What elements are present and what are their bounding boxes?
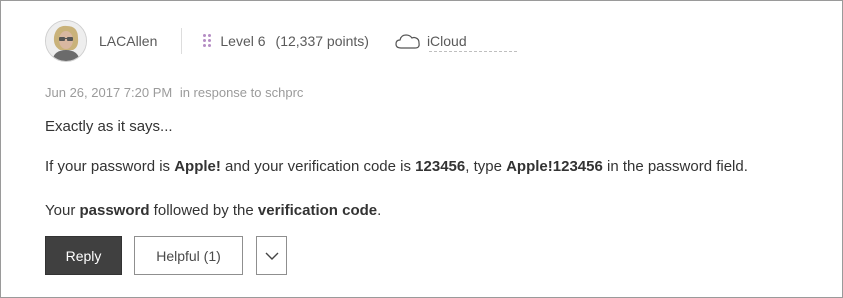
body-paragraph-1: Exactly as it says... xyxy=(45,118,173,135)
body-p2-t1: If your password is xyxy=(45,158,175,175)
body-p3-t2: followed by the xyxy=(149,202,258,219)
action-bar: Reply Helpful (1) xyxy=(45,236,287,275)
body-p3-t3: . xyxy=(377,202,382,219)
chevron-down-icon xyxy=(265,252,278,260)
body-p2-b3: Apple!123456 xyxy=(506,158,603,175)
community-label[interactable]: iCloud xyxy=(427,33,467,49)
post-meta: Jun 26, 2017 7:20 PM in response to schp… xyxy=(45,85,303,100)
community-info[interactable]: iCloud xyxy=(395,32,517,52)
body-p3-b1: password xyxy=(79,202,150,219)
reply-button[interactable]: Reply xyxy=(45,236,122,275)
body-p2-t3: , type xyxy=(465,158,507,175)
level-info: Level 6 (12,337 points) xyxy=(203,33,369,49)
reply-card: LACAllen Level 6 (12,337 points) iCloud … xyxy=(0,0,843,298)
divider xyxy=(181,28,183,54)
timestamp: Jun 26, 2017 7:20 PM xyxy=(45,85,173,100)
body-p3-b2: verification code xyxy=(257,202,378,219)
body-p2-b2: 123456 xyxy=(415,158,466,175)
level-label: Level 6 xyxy=(220,33,266,49)
more-options-button[interactable] xyxy=(256,236,287,275)
body-p2-t2: and your verification code is xyxy=(220,158,416,175)
author-row: LACAllen Level 6 (12,337 points) iCloud xyxy=(45,19,517,63)
body-p3-t1: Your xyxy=(45,202,80,219)
points-label: (12,337 points) xyxy=(275,33,369,49)
body-paragraph-3: Your password followed by the verificati… xyxy=(45,202,381,219)
username[interactable]: LACAllen xyxy=(99,33,157,49)
cloud-icon xyxy=(395,34,420,49)
body-p2-b1: Apple! xyxy=(174,158,221,175)
in-response-link[interactable]: in response to schprc xyxy=(180,85,304,100)
community-underline xyxy=(428,51,517,52)
avatar[interactable] xyxy=(45,20,87,62)
community-link[interactable]: iCloud xyxy=(427,33,517,52)
body-p2-t4: in the password field. xyxy=(602,158,748,175)
body-p1-text: Exactly as it says... xyxy=(45,118,173,135)
level-dots-icon xyxy=(203,33,212,49)
helpful-button[interactable]: Helpful (1) xyxy=(134,236,243,275)
body-paragraph-2: If your password is Apple! and your veri… xyxy=(45,158,748,175)
